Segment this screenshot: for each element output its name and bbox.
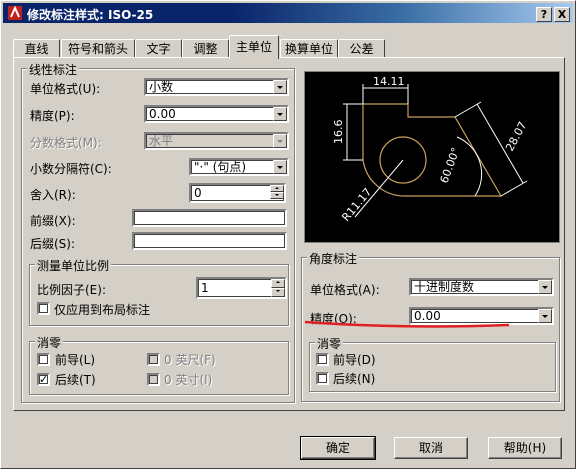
dialog-title: 修改标注样式: ISO-25 bbox=[27, 8, 154, 22]
dimension-style-dialog: 修改标注样式: ISO-25 ? X 直线 符号和箭头 文字 调整 主单位 换算… bbox=[0, 0, 576, 469]
tab-text[interactable]: 文字 bbox=[135, 39, 182, 58]
ok-button[interactable]: 确定 bbox=[300, 436, 376, 460]
tab-symbols-arrows[interactable]: 符号和箭头 bbox=[61, 39, 135, 58]
title-bar[interactable]: 修改标注样式: ISO-25 ? X bbox=[3, 3, 573, 23]
tab-lines[interactable]: 直线 bbox=[13, 39, 60, 58]
autocad-app-icon bbox=[8, 5, 22, 20]
help-title-button[interactable]: ? bbox=[536, 7, 552, 22]
primary-units-panel bbox=[13, 57, 565, 411]
tab-alternate-units[interactable]: 换算单位 bbox=[280, 39, 338, 58]
tab-tolerances[interactable]: 公差 bbox=[338, 39, 385, 58]
tab-fit[interactable]: 调整 bbox=[182, 39, 229, 58]
close-icon[interactable]: X bbox=[554, 7, 570, 22]
help-button[interactable]: 帮助(H) bbox=[488, 437, 562, 459]
cancel-button[interactable]: 取消 bbox=[394, 437, 468, 459]
tab-primary-units[interactable]: 主单位 bbox=[229, 35, 279, 59]
